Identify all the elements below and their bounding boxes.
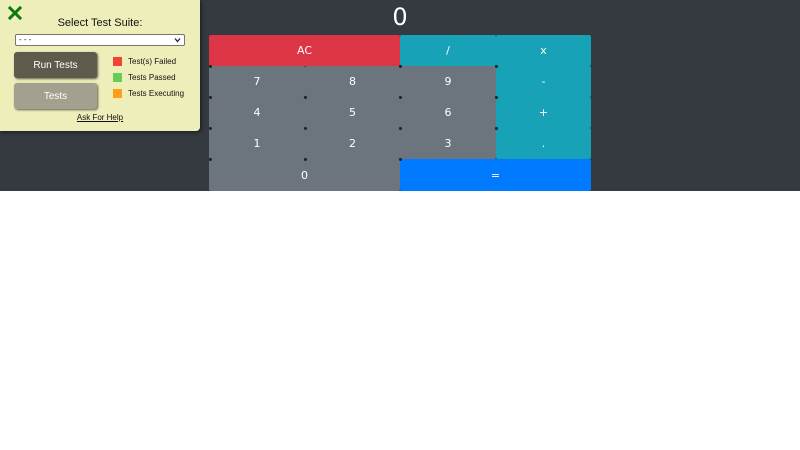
- key-separator-dot: [399, 127, 402, 130]
- key-separator-dot: [209, 96, 212, 99]
- passed-swatch: [113, 73, 122, 82]
- calculator-keypad: AC / x 7 8 9 - 4 5 6 + 1 2 3 . 0 =: [209, 35, 591, 191]
- ask-for-help-link[interactable]: Ask For Help: [0, 113, 200, 122]
- tests-button[interactable]: Tests: [14, 83, 97, 109]
- key-separator-dot: [495, 127, 498, 130]
- key-separator-dot: [209, 158, 212, 161]
- decimal-button[interactable]: .: [496, 128, 591, 159]
- digit-5-button[interactable]: 5: [305, 97, 400, 128]
- key-separator-dot: [304, 127, 307, 130]
- digit-0-button[interactable]: 0: [209, 159, 400, 191]
- digit-6-button[interactable]: 6: [400, 97, 496, 128]
- digit-4-button[interactable]: 4: [209, 97, 305, 128]
- digit-9-button[interactable]: 9: [400, 66, 496, 97]
- key-separator-dot: [495, 96, 498, 99]
- add-button[interactable]: +: [496, 97, 591, 128]
- legend-passed-label: Tests Passed: [128, 73, 176, 82]
- calculator-display: 0: [392, 3, 408, 31]
- key-separator-dot: [304, 158, 307, 161]
- clear-button[interactable]: AC: [209, 35, 400, 66]
- legend-executing-label: Tests Executing: [128, 89, 185, 98]
- panel-title: Select Test Suite:: [57, 17, 143, 29]
- key-separator-dot: [495, 65, 498, 68]
- test-suite-select[interactable]: - - -: [15, 34, 185, 46]
- digit-7-button[interactable]: 7: [209, 66, 305, 97]
- executing-swatch: [113, 89, 122, 98]
- divide-button[interactable]: /: [400, 35, 496, 66]
- failed-swatch: [113, 57, 122, 66]
- key-separator-dot: [399, 65, 402, 68]
- key-separator-dot: [209, 65, 212, 68]
- key-separator-dot: [209, 127, 212, 130]
- digit-8-button[interactable]: 8: [305, 66, 400, 97]
- legend-failed-label: Test(s) Failed: [128, 57, 177, 66]
- subtract-button[interactable]: -: [496, 66, 591, 97]
- test-suite-panel: Select Test Suite: - - - Run Tests Tests…: [0, 0, 200, 131]
- digit-2-button[interactable]: 2: [305, 128, 400, 159]
- key-separator-dot: [399, 96, 402, 99]
- chevron-down-icon: [174, 38, 181, 43]
- equals-button[interactable]: =: [400, 159, 591, 191]
- digit-3-button[interactable]: 3: [400, 128, 496, 159]
- key-separator-dot: [399, 158, 402, 161]
- run-tests-button[interactable]: Run Tests: [14, 52, 97, 78]
- digit-1-button[interactable]: 1: [209, 128, 305, 159]
- key-separator-dot: [304, 96, 307, 99]
- multiply-button[interactable]: x: [496, 35, 591, 66]
- test-suite-selected-value: - - -: [19, 35, 32, 44]
